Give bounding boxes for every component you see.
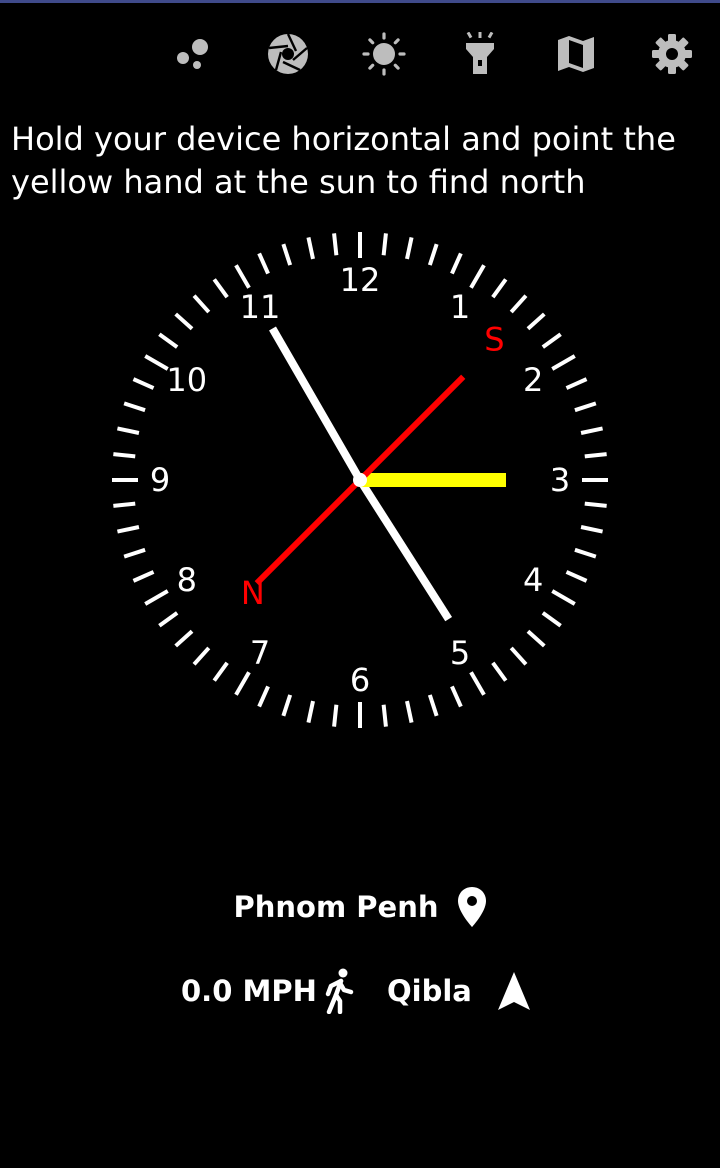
- minute-hand: [269, 326, 364, 483]
- hour-number: 4: [523, 561, 543, 599]
- dial-tick: [117, 525, 140, 534]
- hour-number: 3: [550, 461, 570, 499]
- dial-tick: [306, 237, 315, 260]
- navigation-arrow-icon[interactable]: [496, 970, 532, 1012]
- dial-tick: [381, 233, 388, 256]
- dial-tick: [580, 525, 603, 534]
- dial-tick: [132, 570, 155, 583]
- dial-tick: [132, 377, 155, 390]
- dial-tick: [144, 354, 169, 371]
- dial-tick: [584, 501, 607, 508]
- dial-tick: [509, 646, 528, 666]
- dial-center-hub: [353, 473, 367, 487]
- dial-tick: [332, 704, 339, 727]
- south-label: S: [484, 321, 504, 359]
- hour-number: 10: [166, 361, 207, 399]
- dial-tick: [158, 611, 179, 628]
- dial-tick: [541, 332, 562, 349]
- hour-number: 8: [177, 561, 197, 599]
- dial-tick: [306, 700, 315, 723]
- hour-number: 2: [523, 361, 543, 399]
- dial-tick: [574, 401, 597, 413]
- dial-tick: [405, 237, 414, 260]
- dial-tick: [574, 547, 597, 559]
- dial-tick: [526, 629, 546, 648]
- dial-tick: [212, 661, 229, 682]
- dial-tick: [234, 264, 251, 289]
- dial-tick: [427, 694, 439, 717]
- dial-tick: [117, 426, 140, 435]
- status-row: 0.0 MPH Qibla: [0, 968, 720, 1016]
- dial-tick: [450, 685, 463, 708]
- hour-number: 11: [240, 288, 281, 326]
- dial-tick: [281, 243, 293, 266]
- dial-tick: [192, 294, 211, 314]
- dial-tick: [405, 700, 414, 723]
- dial-tick: [113, 501, 136, 508]
- dial-tick: [174, 312, 194, 331]
- hour-number: 9: [150, 461, 170, 499]
- hour-number: 5: [450, 634, 470, 672]
- dial-tick: [469, 671, 486, 696]
- north-label: N: [241, 574, 265, 612]
- hour-number: 6: [350, 661, 370, 699]
- dial-tick: [281, 694, 293, 717]
- dial-tick: [584, 452, 607, 459]
- location-name: Phnom Penh: [233, 890, 439, 924]
- location-pin-icon: [457, 887, 486, 927]
- hour-number: 7: [250, 634, 270, 672]
- dial-tick: [158, 332, 179, 349]
- dial-tick: [192, 646, 211, 666]
- dial-tick: [580, 426, 603, 435]
- dial-tick: [123, 401, 146, 413]
- dial-tick: [332, 233, 339, 256]
- dial-tick: [257, 685, 270, 708]
- dial-tick: [427, 243, 439, 266]
- location-row[interactable]: Phnom Penh: [0, 884, 720, 930]
- sun-compass-screen: Hold your device horizontal and point th…: [0, 0, 720, 1168]
- dial-tick: [565, 377, 588, 390]
- dial-tick: [450, 252, 463, 275]
- dial-tick: [174, 629, 194, 648]
- dial-tick: [234, 671, 251, 696]
- dial-tick: [144, 589, 169, 606]
- qibla-label: Qibla: [387, 974, 472, 1008]
- dial-tick: [491, 661, 508, 682]
- dial-tick: [212, 278, 229, 299]
- hour-number: 12: [340, 261, 381, 299]
- dial-tick: [565, 570, 588, 583]
- sun-compass-dial: 121234567891011 S N: [112, 232, 608, 728]
- walking-person-icon: [325, 968, 354, 1014]
- dial-tick: [551, 354, 576, 371]
- dial-tick: [123, 547, 146, 559]
- dial-tick: [509, 294, 528, 314]
- dial-tick: [381, 704, 388, 727]
- speed-readout: 0.0 MPH: [181, 974, 317, 1008]
- dial-tick: [469, 264, 486, 289]
- dial-tick: [551, 589, 576, 606]
- hour-number: 1: [450, 288, 470, 326]
- dial-tick: [491, 278, 508, 299]
- dial-tick: [113, 452, 136, 459]
- dial-tick: [257, 252, 270, 275]
- dial-tick: [541, 611, 562, 628]
- dial-tick: [526, 312, 546, 331]
- hour-hand: [356, 477, 453, 622]
